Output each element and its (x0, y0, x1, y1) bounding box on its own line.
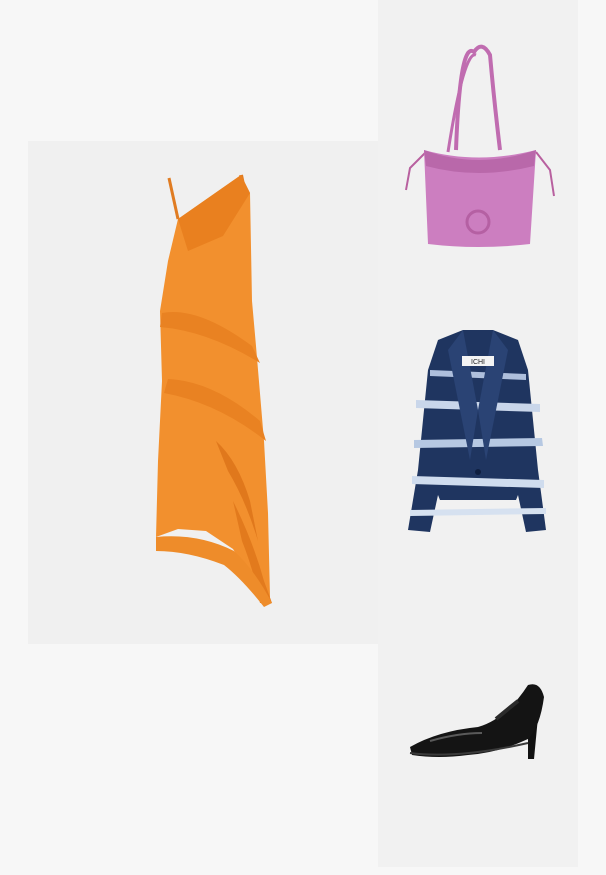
blazer-brand-label-text: ICHI (471, 359, 485, 366)
orange-dress-image (156, 174, 272, 607)
black-pump-image (409, 684, 544, 759)
bag-product-tile[interactable] (378, 0, 578, 290)
shoe-product-tile[interactable] (378, 577, 578, 867)
pink-bag-image (405, 44, 555, 247)
dress-product-tile[interactable] (28, 141, 378, 644)
blazer-product-tile[interactable]: ICHI (378, 290, 578, 577)
navy-tie-dye-blazer-image: ICHI (408, 330, 546, 532)
